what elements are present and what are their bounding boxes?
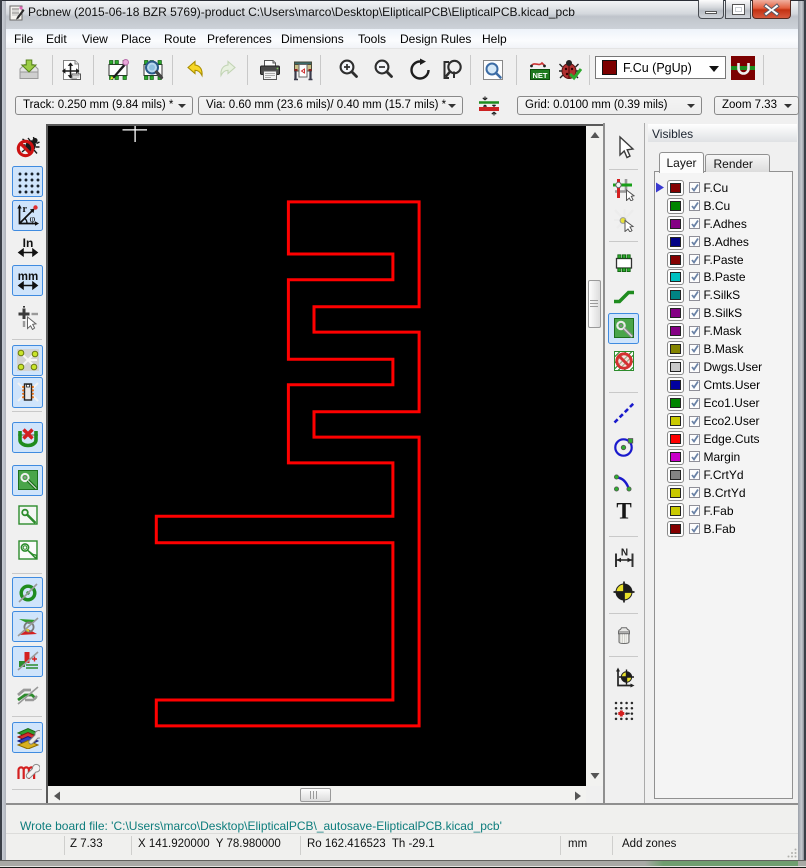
svg-text:T: T bbox=[616, 499, 631, 523]
svg-text:mm: mm bbox=[17, 271, 37, 283]
svg-text:φ: φ bbox=[29, 214, 35, 225]
svg-text:r: r bbox=[22, 204, 27, 215]
svg-text:NET: NET bbox=[533, 71, 548, 80]
svg-text:In: In bbox=[22, 236, 33, 250]
svg-text:N: N bbox=[620, 547, 627, 558]
